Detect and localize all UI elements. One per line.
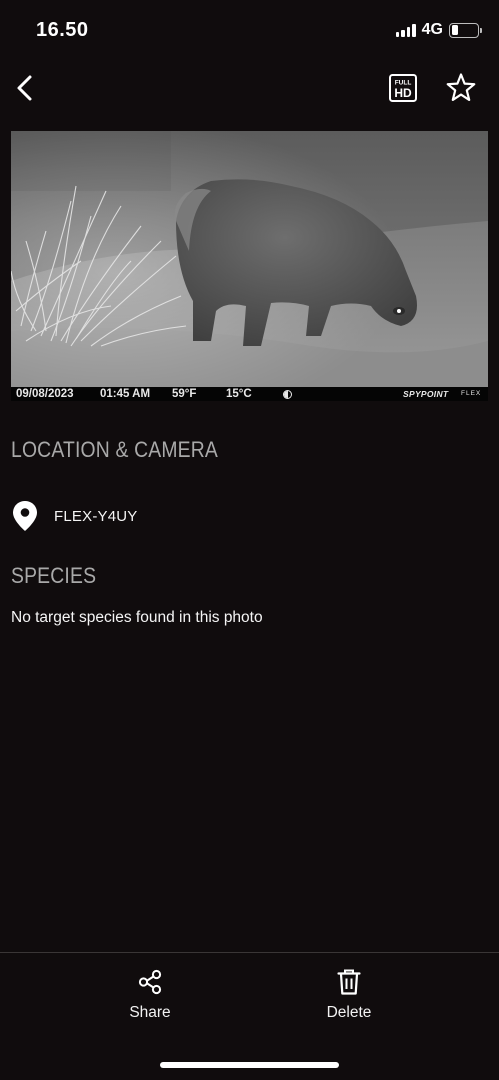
photo-temp-c: 15°C [226,388,252,400]
full-hd-button[interactable]: FULL HD [388,73,418,103]
status-indicators: 4G [395,21,482,39]
species-result-text: No target species found in this photo [11,609,263,626]
full-hd-icon-text-bottom: HD [394,86,412,100]
share-icon [138,969,162,995]
photo-temp-f: 59°F [172,388,197,400]
trail-camera-photo[interactable]: 09/08/2023 01:45 AM 59°F 15°C SPYPOINT F… [11,131,488,401]
cellular-signal-icon [395,23,416,37]
chevron-left-icon [17,75,32,101]
photo-date: 09/08/2023 [16,388,74,400]
location-pin-icon [13,501,37,531]
delete-button[interactable]: Delete [304,968,394,1022]
share-label: Share [129,1004,171,1021]
network-type: 4G [421,21,443,38]
favorite-button[interactable] [444,71,478,105]
photo-image [11,131,488,387]
status-time: 16.50 [36,19,89,41]
species-section-title: SPECIES [11,563,97,588]
trash-icon [337,969,361,995]
camera-model-logo: FLEX [461,390,482,397]
full-hd-icon: FULL HD [389,74,417,102]
battery-level [451,25,458,35]
star-icon [446,73,476,101]
back-button[interactable] [8,70,44,106]
moon-phase-icon [283,390,292,399]
photo-info-stamp: 09/08/2023 01:45 AM 59°F 15°C SPYPOINT F… [11,387,488,401]
location-section-title: LOCATION & CAMERA [11,437,219,462]
share-button[interactable]: Share [105,968,195,1022]
camera-location-row: FLEX-Y4UY [11,500,138,532]
photo-time: 01:45 AM [100,388,151,400]
camera-name: FLEX-Y4UY [54,507,138,525]
home-indicator [160,1062,339,1068]
delete-label: Delete [326,1004,372,1021]
bottom-bar-divider [0,952,499,953]
photo-detail-screen: 16.50 4G FULL HD 09/08/2023 01:45 AM 59°… [0,0,499,1080]
camera-brand-logo: SPYPOINT [403,389,449,399]
battery-icon [449,22,482,38]
